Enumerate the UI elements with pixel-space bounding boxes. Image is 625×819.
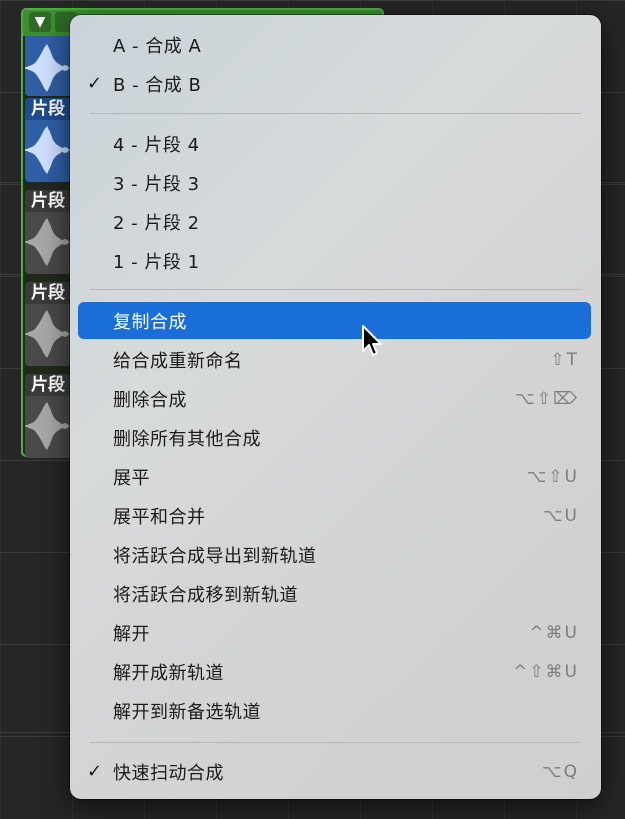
- menu-item-label: 将活跃合成导出到新轨道: [113, 545, 317, 567]
- menu-item-label: 解开: [113, 623, 150, 645]
- checkmark-icon: ✓: [87, 73, 103, 94]
- menu-item-label: 3 - 片段 3: [113, 173, 200, 195]
- keyboard-shortcut: ^⇧⌘U: [513, 661, 579, 682]
- menu-item-quick-swipe[interactable]: ✓ 快速扫动合成 ⌥Q: [78, 753, 591, 790]
- keyboard-shortcut: ⌥⇧⌦: [515, 388, 579, 409]
- menu-item-action[interactable]: 解开成新轨道 ^⇧⌘U: [78, 653, 591, 690]
- waveform-icon: [25, 310, 71, 358]
- waveform-icon: [25, 126, 71, 174]
- take-lane[interactable]: 片段: [25, 282, 71, 366]
- menu-item-label: B - 合成 B: [113, 74, 202, 96]
- menu-item-action[interactable]: 复制合成: [78, 302, 591, 339]
- menu-item-label: 将活跃合成移到新轨道: [113, 584, 298, 606]
- waveform-icon: [25, 218, 71, 266]
- take-lane[interactable]: [25, 36, 71, 96]
- menu-item-action[interactable]: 删除所有其他合成: [78, 419, 591, 456]
- menu-item-label: 解开成新轨道: [113, 662, 224, 684]
- take-label: 片段: [25, 98, 71, 120]
- waveform-icon: [25, 402, 71, 450]
- menu-item-label: 展平: [113, 467, 150, 489]
- menu-item-label: 删除所有其他合成: [113, 428, 261, 450]
- keyboard-shortcut: ^⌘U: [529, 622, 579, 643]
- menu-item-action[interactable]: 解开 ^⌘U: [78, 614, 591, 651]
- take-lane[interactable]: 片段: [25, 98, 71, 182]
- menu-item-action[interactable]: 给合成重新命名 ⇧T: [78, 341, 591, 378]
- mouse-pointer-icon: [362, 325, 382, 356]
- menu-item-label: 删除合成: [113, 389, 187, 411]
- menu-item-label: 4 - 片段 4: [113, 134, 200, 156]
- waveform-icon: [25, 44, 71, 92]
- menu-item-comp[interactable]: ✓ B - 合成 B: [78, 65, 591, 102]
- menu-item-label: 复制合成: [113, 311, 187, 333]
- keyboard-shortcut: ⇧T: [550, 349, 579, 370]
- take-lane[interactable]: 片段: [25, 190, 71, 274]
- menu-item-comp[interactable]: A - 合成 A: [78, 26, 591, 63]
- menu-item-action[interactable]: 展平和合并 ⌥U: [78, 497, 591, 534]
- menu-item-action[interactable]: 将活跃合成导出到新轨道: [78, 536, 591, 573]
- menu-item-label: 给合成重新命名: [113, 350, 243, 372]
- menu-item-take[interactable]: 4 - 片段 4: [78, 125, 591, 162]
- menu-item-label: 1 - 片段 1: [113, 251, 200, 273]
- menu-item-label: 展平和合并: [113, 506, 206, 528]
- take-label: 片段: [25, 282, 71, 304]
- menu-item-action[interactable]: 解开到新备选轨道: [78, 692, 591, 729]
- menu-item-label: 2 - 片段 2: [113, 212, 200, 234]
- menu-separator: [90, 289, 581, 290]
- context-menu: A - 合成 A ✓ B - 合成 B 4 - 片段 4 3 - 片段 3 2 - 片段 …: [70, 15, 601, 799]
- checkmark-icon: ✓: [87, 761, 103, 782]
- keyboard-shortcut: ⌥U: [542, 505, 579, 526]
- menu-item-action[interactable]: 将活跃合成移到新轨道: [78, 575, 591, 612]
- keyboard-shortcut: ⌥Q: [542, 761, 579, 782]
- menu-item-action[interactable]: 删除合成 ⌥⇧⌦: [78, 380, 591, 417]
- menu-item-take[interactable]: 3 - 片段 3: [78, 164, 591, 201]
- take-lane[interactable]: 片段: [25, 374, 71, 458]
- menu-item-action[interactable]: 展平 ⌥⇧U: [78, 458, 591, 495]
- take-label: 片段: [25, 374, 71, 396]
- menu-separator: [90, 113, 581, 114]
- collapse-triangle-icon[interactable]: ▼: [29, 12, 51, 32]
- take-label: 片段: [25, 190, 71, 212]
- keyboard-shortcut: ⌥⇧U: [526, 466, 579, 487]
- menu-separator: [90, 742, 581, 743]
- menu-item-take[interactable]: 1 - 片段 1: [78, 242, 591, 279]
- menu-item-label: A - 合成 A: [113, 35, 202, 57]
- menu-item-label: 解开到新备选轨道: [113, 701, 261, 723]
- menu-item-label: 快速扫动合成: [113, 762, 224, 784]
- menu-item-take[interactable]: 2 - 片段 2: [78, 203, 591, 240]
